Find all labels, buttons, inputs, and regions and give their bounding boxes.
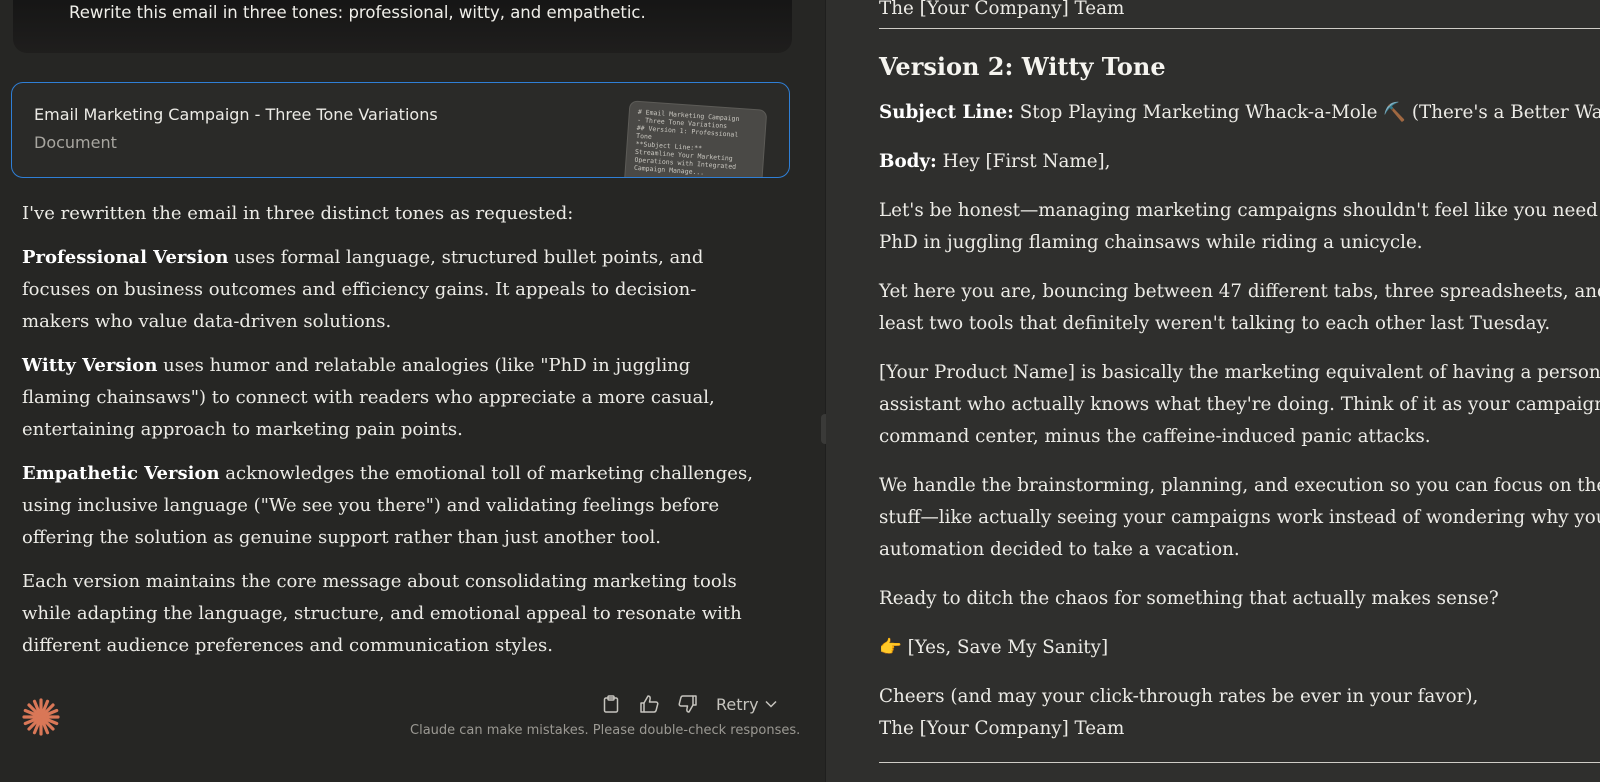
chevron-down-icon [765,700,777,708]
artifact-thumbnail: # Email Marketing Campaign - Three Tone V… [622,100,768,177]
section-divider [879,762,1600,763]
assistant-response: I've rewritten the email in three distin… [22,198,762,674]
paragraph-line: Cheers (and may your click-through rates… [879,686,1479,707]
body-paragraph: Ready to ditch the chaos for something t… [879,583,1600,615]
body-paragraph: 👉 [Yes, Save My Sanity] [879,632,1600,664]
retry-label: Retry [716,694,759,714]
paragraph-line: assistant who actually knows what they'r… [879,394,1600,415]
paragraph-line: [Your Product Name] is basically the mar… [879,362,1600,383]
response-item: Empathetic Version acknowledges the emot… [22,458,762,554]
body-paragraphs: Let's be honest—managing marketing campa… [879,195,1600,745]
retry-button[interactable]: Retry [716,695,777,714]
user-message: Rewrite this email in three tones: profe… [13,0,792,53]
body-paragraph: We handle the brainstorming, planning, a… [879,470,1600,566]
message-actions: Retry [600,692,777,716]
paragraph-line: stuff—like actually seeing your campaign… [879,507,1600,528]
response-closing: Each version maintains the core message … [22,571,742,656]
user-message-text: Rewrite this email in three tones: profe… [69,3,646,22]
thumbs-up-icon[interactable] [638,693,660,715]
body-paragraph: [Your Product Name] is basically the mar… [879,357,1600,453]
greeting-text: Hey [First Name], [936,151,1111,172]
paragraph-line: automation decided to take a vacation. [879,539,1240,560]
chat-pane: Rewrite this email in three tones: profe… [0,0,825,782]
body-paragraph: Yet here you are, bouncing between 47 di… [879,276,1600,340]
body-paragraph: Cheers (and may your click-through rates… [879,681,1600,745]
paragraph-line: Ready to ditch the chaos for something t… [879,588,1499,609]
subject-label: Subject Line: [879,102,1014,123]
disclaimer-text: Claude can make mistakes. Please double-… [410,723,801,738]
response-item-label: Witty Version [22,355,158,376]
body-greeting: Body: Hey [First Name], [879,146,1600,178]
artifact-type: Document [34,133,117,152]
response-intro: I've rewritten the email in three distin… [22,203,574,224]
response-item: Professional Version uses formal languag… [22,242,762,338]
paragraph-line: Yet here you are, bouncing between 47 di… [879,281,1600,302]
paragraph-line: We handle the brainstorming, planning, a… [879,475,1600,496]
body-paragraph: Let's be honest—managing marketing campa… [879,195,1600,259]
response-item-label: Empathetic Version [22,463,220,484]
artifact-title: Email Marketing Campaign - Three Tone Va… [34,105,438,124]
paragraph-line: 👉 [Yes, Save My Sanity] [879,637,1109,658]
paragraph-line: least two tools that definitely weren't … [879,313,1551,334]
claude-logo-icon [22,698,60,736]
document-content: The [Your Company] Team Version 2: Witty… [879,0,1600,763]
paragraph-line: Let's be honest—managing marketing campa… [879,200,1600,221]
body-label: Body: [879,151,937,172]
paragraph-line: PhD in juggling flaming chainsaws while … [879,232,1423,253]
subject-line: Subject Line: Stop Playing Marketing Wha… [879,97,1600,129]
response-item-label: Professional Version [22,247,229,268]
artifact-card[interactable]: Email Marketing Campaign - Three Tone Va… [11,82,790,178]
response-item: Witty Version uses humor and relatable a… [22,350,762,446]
paragraph-line: The [Your Company] Team [879,718,1125,739]
previous-signoff: The [Your Company] Team [879,0,1125,19]
thumbs-down-icon[interactable] [676,693,698,715]
subject-text: Stop Playing Marketing Whack-a-Mole ⛏️ (… [1013,102,1600,123]
version-heading: Version 2: Witty Tone [879,52,1166,81]
clipboard-icon[interactable] [600,693,622,715]
artifact-pane: The [Your Company] Team Version 2: Witty… [826,0,1600,782]
paragraph-line: command center, minus the caffeine-induc… [879,426,1431,447]
section-divider [879,28,1600,29]
